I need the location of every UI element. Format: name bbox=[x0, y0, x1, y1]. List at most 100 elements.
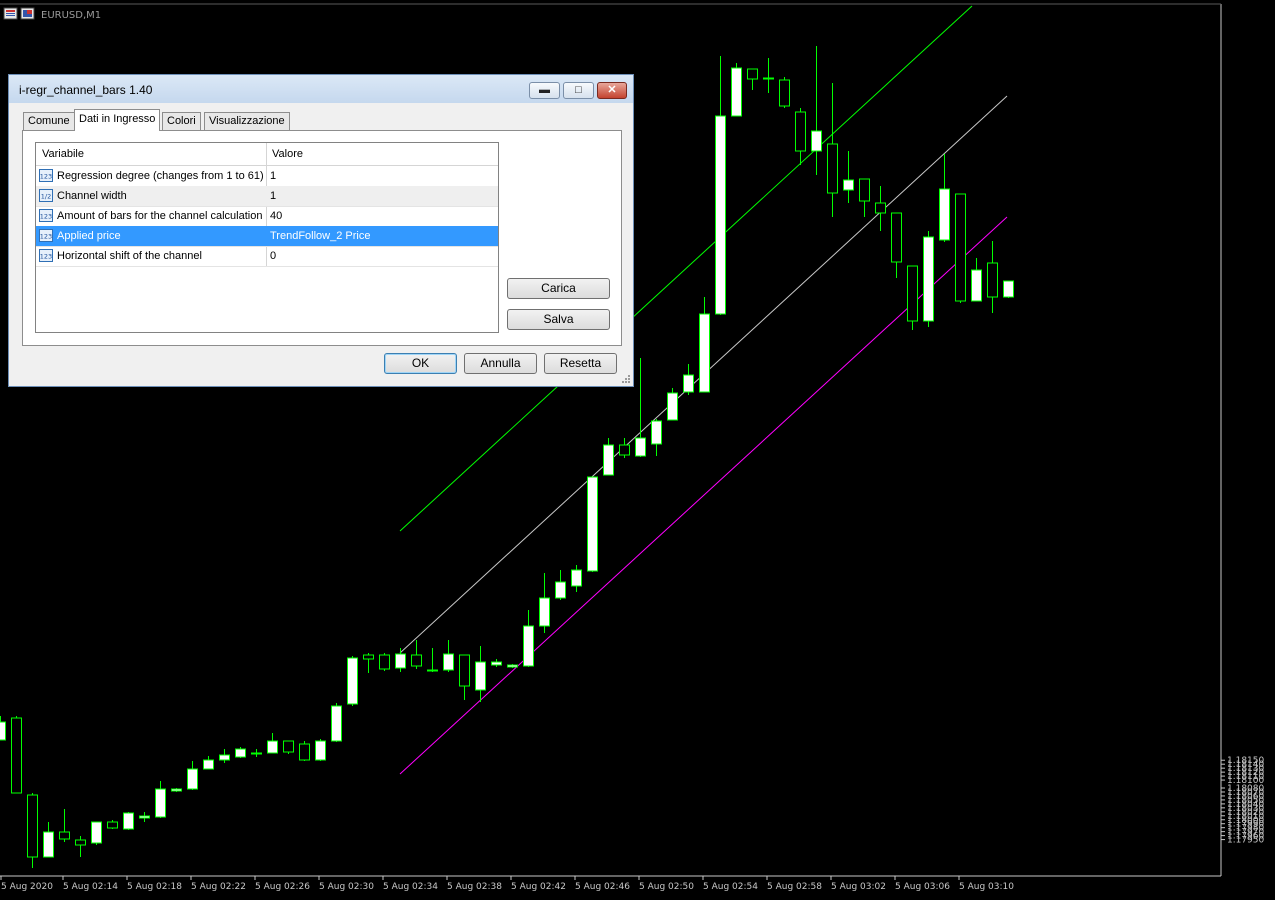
candle bbox=[875, 186, 886, 231]
param-name: Channel width bbox=[57, 190, 127, 202]
maximize-button[interactable]: □ bbox=[563, 82, 594, 99]
time-axis: 5 Aug 2020 5 Aug 02:14 5 Aug 02:18 5 Aug 02… bbox=[0, 876, 1014, 892]
candle-body bbox=[603, 444, 614, 476]
candle-body bbox=[91, 821, 102, 844]
candle-body bbox=[11, 717, 22, 794]
candle-body bbox=[891, 212, 902, 263]
candle-body bbox=[475, 661, 486, 691]
reset-button[interactable]: Resetta bbox=[544, 353, 617, 374]
table-row[interactable]: 123 Regression degree (changes from 1 to… bbox=[36, 166, 498, 187]
ok-button[interactable]: OK bbox=[384, 353, 457, 374]
candle-body bbox=[491, 661, 502, 666]
time-label: 5 Aug 02:38 bbox=[447, 882, 502, 892]
candle bbox=[683, 364, 694, 395]
candle-body bbox=[843, 179, 854, 191]
candle-body bbox=[395, 653, 406, 669]
candle bbox=[507, 664, 518, 668]
candle-body bbox=[203, 759, 214, 770]
candle bbox=[219, 749, 230, 763]
time-label: 5 Aug 02:34 bbox=[383, 882, 438, 892]
candle-body bbox=[235, 748, 246, 758]
resize-grip-icon[interactable] bbox=[621, 374, 631, 384]
candle-body bbox=[907, 265, 918, 322]
candle-body bbox=[267, 740, 278, 754]
candle-body bbox=[43, 831, 54, 858]
tab-colori[interactable]: Colori bbox=[162, 112, 201, 130]
time-label: 5 Aug 02:30 bbox=[319, 882, 374, 892]
candle-body bbox=[507, 664, 518, 668]
param-value[interactable]: 1 bbox=[270, 166, 276, 186]
candle-body bbox=[139, 815, 150, 819]
candle bbox=[891, 212, 902, 278]
table-header: Variabile Valore bbox=[36, 143, 498, 166]
candle bbox=[363, 653, 374, 673]
candle bbox=[971, 258, 982, 302]
candle-body bbox=[747, 68, 758, 80]
candle bbox=[859, 178, 870, 217]
parameters-table[interactable]: Variabile Valore 123 Regression degree (… bbox=[35, 142, 499, 333]
time-label: 5 Aug 03:10 bbox=[959, 882, 1014, 892]
time-label: 5 Aug 02:58 bbox=[767, 882, 822, 892]
inputs-tab-panel: Variabile Valore 123 Regression degree (… bbox=[22, 130, 622, 346]
candle bbox=[427, 648, 438, 672]
param-value[interactable]: TrendFollow_2 Price bbox=[270, 226, 370, 246]
candle bbox=[331, 703, 342, 742]
table-row[interactable]: 123 Horizontal shift of the channel 0 bbox=[36, 246, 498, 267]
candle-body bbox=[27, 794, 38, 858]
svg-text:123: 123 bbox=[40, 173, 52, 181]
table-row-selected[interactable]: 123 Applied price TrendFollow_2 Price bbox=[36, 226, 498, 247]
time-label: 5 Aug 02:46 bbox=[575, 882, 630, 892]
param-value[interactable]: 40 bbox=[270, 206, 282, 226]
candle-body bbox=[939, 188, 950, 241]
candle bbox=[11, 716, 22, 794]
candle-body bbox=[971, 269, 982, 302]
load-button[interactable]: Carica bbox=[507, 278, 610, 299]
candle bbox=[267, 733, 278, 754]
tab-comune[interactable]: Comune bbox=[23, 112, 75, 130]
candle bbox=[747, 68, 758, 90]
candle-body bbox=[347, 657, 358, 705]
close-button[interactable]: ✕ bbox=[597, 82, 627, 99]
candle bbox=[603, 438, 614, 476]
candle-body bbox=[251, 752, 262, 755]
param-name: Amount of bars for the channel calculati… bbox=[57, 210, 263, 222]
candle bbox=[203, 756, 214, 770]
candle-body bbox=[539, 597, 550, 627]
candle-body bbox=[587, 476, 598, 572]
table-row[interactable]: 123 Amount of bars for the channel calcu… bbox=[36, 206, 498, 227]
svg-text:123: 123 bbox=[40, 253, 52, 261]
save-button[interactable]: Salva bbox=[507, 309, 610, 330]
candle-body bbox=[1003, 280, 1014, 298]
candle bbox=[0, 716, 6, 741]
candle bbox=[827, 83, 838, 217]
candle bbox=[923, 231, 934, 327]
tab-visualizzazione[interactable]: Visualizzazione bbox=[204, 112, 290, 130]
candle bbox=[939, 154, 950, 242]
table-row[interactable]: 1/2 Channel width 1 bbox=[36, 186, 498, 207]
candle-body bbox=[427, 669, 438, 672]
candle-body bbox=[987, 262, 998, 298]
candle bbox=[587, 476, 598, 572]
tab-dati-in-ingresso[interactable]: Dati in Ingresso bbox=[74, 109, 161, 131]
candle-body bbox=[619, 444, 630, 456]
candle-body bbox=[411, 654, 422, 667]
indicator-properties-dialog: i-regr_channel_bars 1.40 ▬ □ ✕ Comune Da… bbox=[8, 74, 634, 387]
candle-body bbox=[715, 115, 726, 315]
header-value: Valore bbox=[272, 148, 303, 160]
candle-body bbox=[827, 143, 838, 194]
cancel-button[interactable]: Annulla bbox=[464, 353, 537, 374]
dialog-titlebar[interactable]: i-regr_channel_bars 1.40 ▬ □ ✕ bbox=[9, 75, 633, 103]
svg-text:1/2: 1/2 bbox=[41, 193, 51, 201]
svg-text:123: 123 bbox=[40, 213, 52, 221]
param-value[interactable]: 0 bbox=[270, 246, 276, 266]
candle-body bbox=[59, 831, 70, 840]
time-label: 5 Aug 02:14 bbox=[63, 882, 118, 892]
minimize-icon: ▬ bbox=[539, 84, 550, 96]
param-value[interactable]: 1 bbox=[270, 186, 276, 206]
minimize-button[interactable]: ▬ bbox=[529, 82, 560, 99]
candle-body bbox=[555, 581, 566, 599]
time-label: 5 Aug 02:26 bbox=[255, 882, 310, 892]
integer-param-icon: 123 bbox=[39, 169, 53, 182]
candle-body bbox=[859, 178, 870, 202]
candle-body bbox=[379, 654, 390, 670]
